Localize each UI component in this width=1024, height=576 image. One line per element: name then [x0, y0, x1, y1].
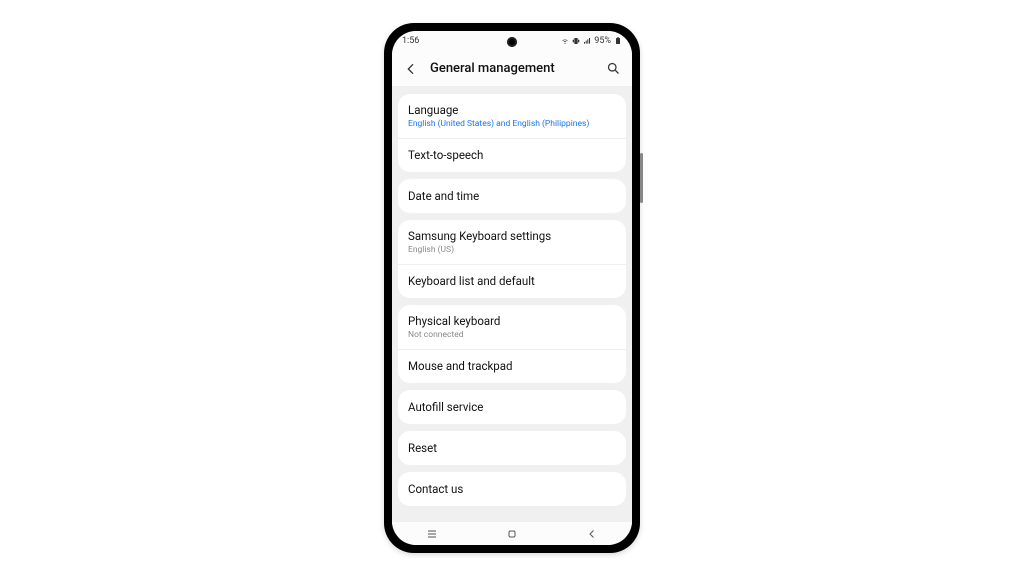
stage: 1:56 95%	[0, 0, 1024, 576]
settings-row[interactable]: Physical keyboardNot connected	[398, 305, 626, 349]
row-subtitle: English (United States) and English (Phi…	[408, 119, 616, 129]
recents-icon	[425, 528, 439, 540]
row-subtitle: Not connected	[408, 330, 616, 340]
settings-group: Physical keyboardNot connected Mouse and …	[398, 305, 626, 383]
settings-row[interactable]: Text-to-speech	[398, 138, 626, 172]
settings-row[interactable]: LanguageEnglish (United States) and Engl…	[398, 94, 626, 138]
nav-back-button[interactable]	[584, 527, 600, 541]
settings-row[interactable]: Samsung Keyboard settingsEnglish (US)	[398, 220, 626, 264]
settings-row[interactable]: Autofill service	[398, 390, 626, 424]
settings-group: LanguageEnglish (United States) and Engl…	[398, 94, 626, 172]
settings-row[interactable]: Date and time	[398, 179, 626, 213]
row-label: Reset	[408, 441, 616, 456]
status-time: 1:56	[402, 36, 419, 46]
row-subtitle: English (US)	[408, 245, 616, 255]
settings-group: Samsung Keyboard settingsEnglish (US) Key…	[398, 220, 626, 298]
android-nav-bar	[392, 521, 632, 545]
settings-row[interactable]: Mouse and trackpad	[398, 349, 626, 383]
front-camera	[507, 37, 517, 47]
status-right: 95%	[561, 36, 622, 46]
phone-frame: 1:56 95%	[384, 23, 640, 553]
battery-icon	[614, 37, 622, 45]
signal-icon	[583, 37, 591, 45]
nav-home-button[interactable]	[504, 527, 520, 541]
settings-row[interactable]: Reset	[398, 431, 626, 465]
wifi-icon	[561, 37, 569, 45]
nav-recents-button[interactable]	[424, 527, 440, 541]
row-label: Date and time	[408, 189, 616, 204]
vibrate-icon	[572, 37, 580, 45]
back-button[interactable]	[402, 60, 420, 78]
page-title: General management	[430, 61, 594, 76]
row-label: Keyboard list and default	[408, 274, 616, 289]
settings-row[interactable]: Keyboard list and default	[398, 264, 626, 298]
settings-group: Contact us	[398, 472, 626, 506]
row-label: Samsung Keyboard settings	[408, 229, 616, 244]
chevron-left-icon	[403, 61, 419, 77]
row-label: Language	[408, 103, 616, 118]
search-button[interactable]	[604, 60, 622, 78]
page-header: General management	[392, 51, 632, 87]
settings-group: Date and time	[398, 179, 626, 213]
phone-screen: 1:56 95%	[392, 31, 632, 545]
home-icon	[505, 528, 519, 540]
battery-percent: 95%	[594, 36, 611, 46]
settings-group: Reset	[398, 431, 626, 465]
settings-row[interactable]: Contact us	[398, 472, 626, 506]
settings-list[interactable]: LanguageEnglish (United States) and Engl…	[392, 87, 632, 521]
row-label: Physical keyboard	[408, 314, 616, 329]
settings-group: Autofill service	[398, 390, 626, 424]
row-label: Contact us	[408, 482, 616, 497]
search-icon	[606, 61, 621, 76]
row-label: Text-to-speech	[408, 148, 616, 163]
nav-back-icon	[585, 528, 599, 540]
row-label: Mouse and trackpad	[408, 359, 616, 374]
row-label: Autofill service	[408, 400, 616, 415]
